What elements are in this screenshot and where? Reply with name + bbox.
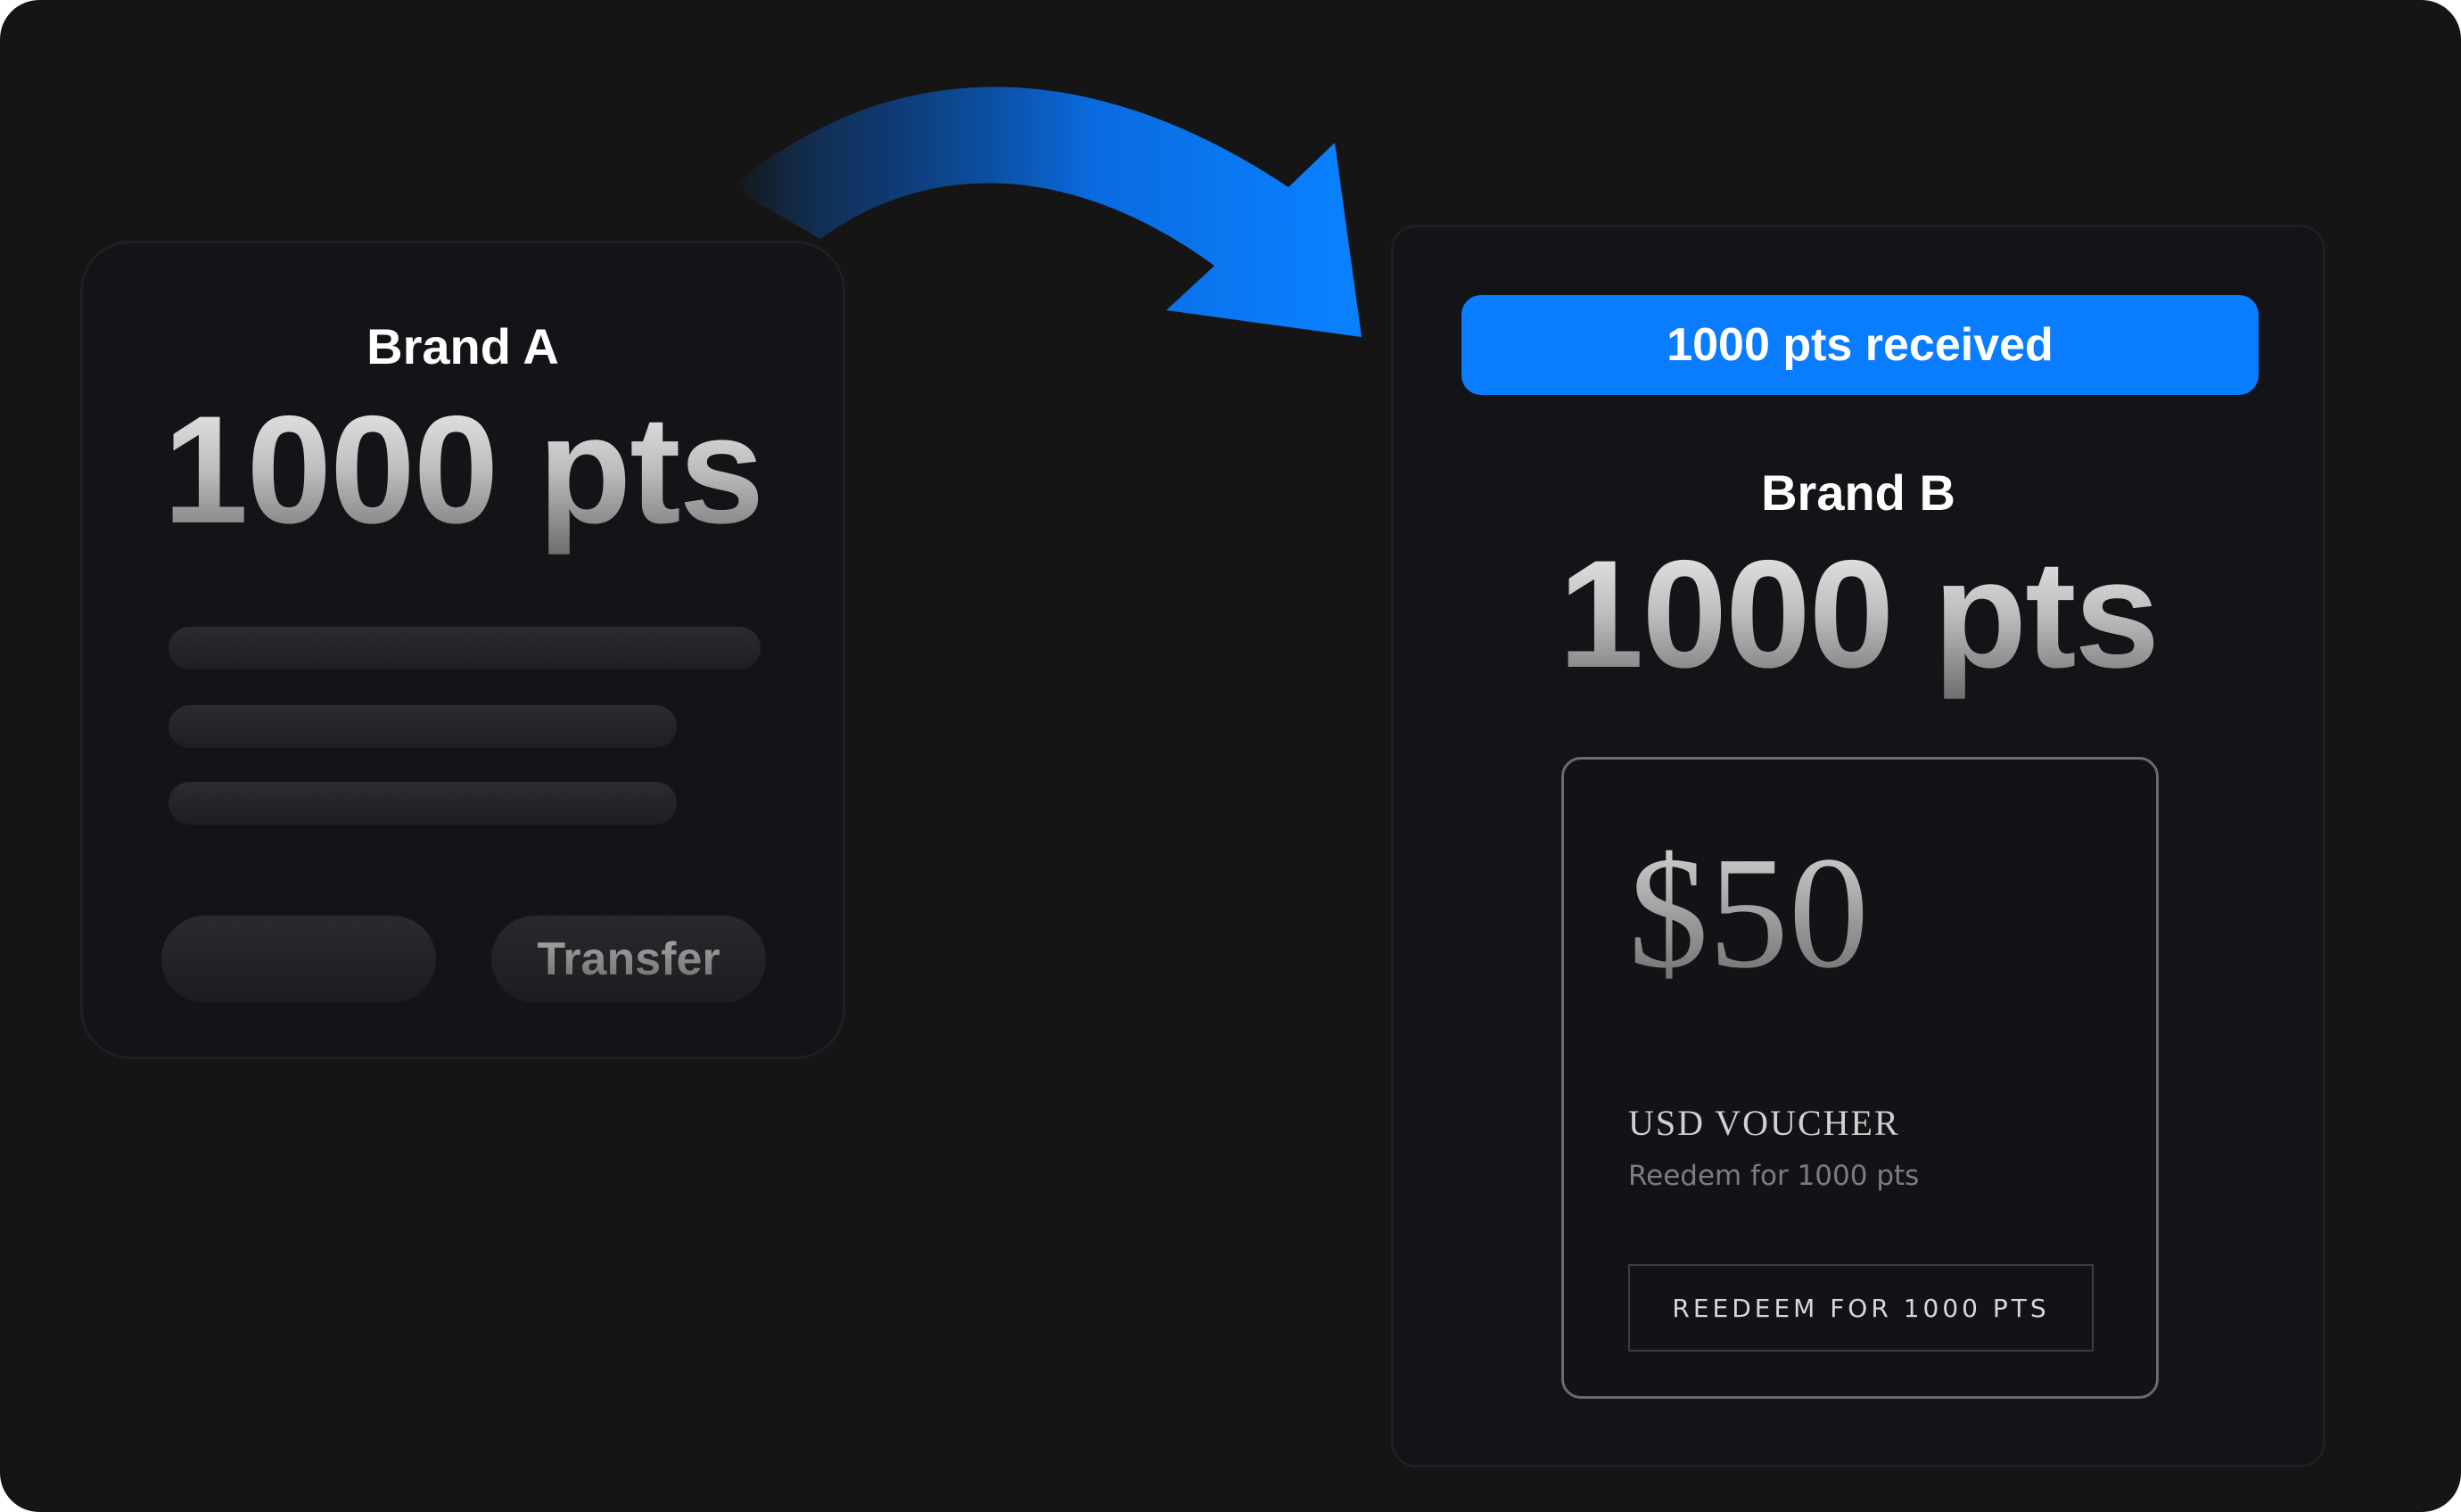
brand-b-card: 1000 pts received Brand B 1000 pts $50 U… <box>1391 225 2325 1467</box>
voucher-amount: $50 <box>1628 824 1869 1001</box>
transfer-illustration: Brand A 1000 pts Transfer 1000 pts recei… <box>0 0 2461 1512</box>
brand-b-points: 1000 pts <box>1394 530 2323 699</box>
brand-a-card: Brand A 1000 pts Transfer <box>80 241 845 1059</box>
points-received-banner: 1000 pts received <box>1461 295 2259 395</box>
placeholder-line <box>169 705 677 748</box>
brand-a-points: 1000 pts <box>83 385 843 555</box>
redeem-button[interactable]: REEDEEM FOR 1000 PTS <box>1628 1264 2094 1352</box>
placeholder-line <box>169 782 677 825</box>
secondary-button[interactable] <box>161 916 436 1003</box>
transfer-button-label: Transfer <box>537 933 720 985</box>
brand-b-title: Brand B <box>1761 464 1955 521</box>
voucher-card: $50 USD VOUCHER Reedem for 1000 pts REED… <box>1561 757 2159 1399</box>
placeholder-line <box>169 627 761 670</box>
voucher-title: USD VOUCHER <box>1628 1103 1900 1143</box>
transfer-button[interactable]: Transfer <box>491 916 766 1003</box>
voucher-subtitle: Reedem for 1000 pts <box>1628 1160 1920 1192</box>
brand-a-title: Brand A <box>366 318 559 374</box>
